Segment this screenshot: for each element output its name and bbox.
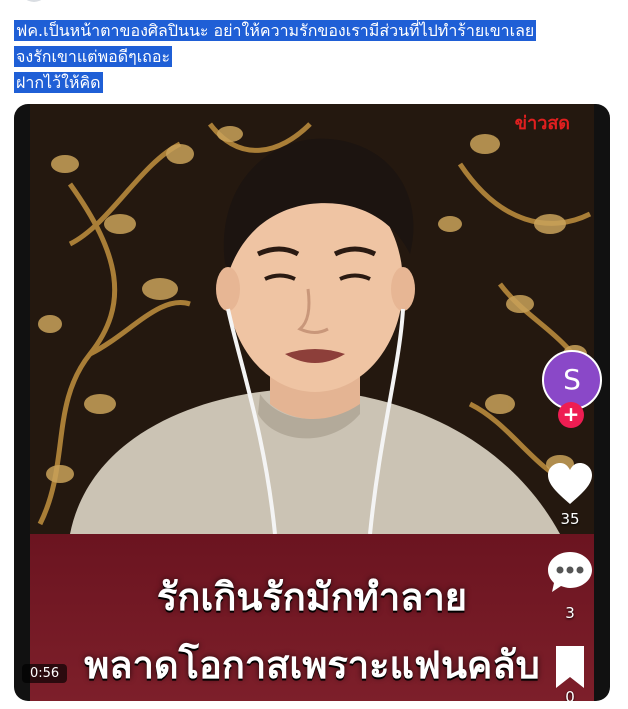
save-count: 0 <box>565 688 575 701</box>
comment-count: 3 <box>565 604 575 622</box>
video-player[interactable]: ข่าวสด รักเกินรักมักทำลาย พลาดโอกาสเพราะ… <box>14 104 610 701</box>
creator-avatar[interactable]: S <box>542 350 602 410</box>
bookmark-icon[interactable] <box>546 644 594 688</box>
banner-text-line-2: พลาดโอกาสเพราะแฟนคลับ <box>84 643 540 687</box>
caption-line: ฟค.เป็นหน้าตาของศิลปินนะ อย่าให้ความรักข… <box>14 20 537 41</box>
comment-bubble-icon[interactable] <box>546 550 594 594</box>
author-avatar[interactable] <box>20 0 48 2</box>
video-duration: 0:56 <box>22 664 68 683</box>
post-caption: ฟค.เป็นหน้าตาของศิลปินนะ อย่าให้ความรักข… <box>14 18 604 96</box>
subtitle-banner: รักเกินรักมักทำลาย พลาดโอกาสเพราะแฟนคลับ <box>30 534 594 701</box>
like-count: 35 <box>560 510 580 528</box>
heart-icon[interactable] <box>546 462 594 506</box>
follow-button[interactable]: + <box>558 402 584 428</box>
caption-line: จงรักเขาแต่พอดีๆเถอะ <box>14 46 173 67</box>
banner-text-line-1: รักเกินรักมักทำลาย <box>156 575 468 619</box>
action-rail: S + 35 3 0 <box>534 104 606 701</box>
video-frame: ข่าวสด รักเกินรักมักทำลาย พลาดโอกาสเพราะ… <box>30 104 594 701</box>
caption-line: ฝากไว้ให้คิด <box>14 72 103 93</box>
